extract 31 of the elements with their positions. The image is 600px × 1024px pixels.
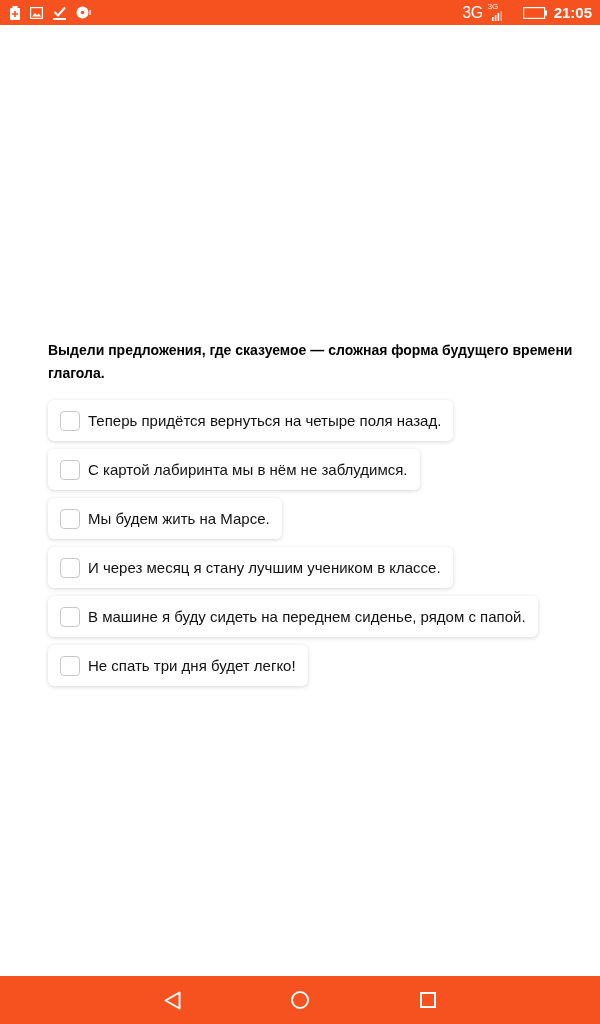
answer-option[interactable]: Теперь придётся вернуться на четыре поля назад.	[48, 400, 454, 441]
battery-icon	[522, 6, 547, 19]
network-type-label: 3G	[462, 4, 483, 21]
option-text: С картой лабиринта мы в нём не заблудимся.	[88, 460, 408, 480]
question-text: Выдели предложения, где сказуемое — сложная форма будущего времени глагола.	[48, 341, 574, 383]
option-text: И через месяц я стану лучшим учеником в классе.	[88, 558, 441, 578]
answer-option[interactable]: И через месяц я стану лучшим учеником в классе.	[48, 547, 453, 588]
home-icon[interactable]	[291, 991, 309, 1009]
recent-apps-icon[interactable]	[420, 992, 436, 1008]
disc-icon	[76, 6, 91, 19]
battery-charging-icon	[10, 5, 20, 20]
option-text: Мы будем жить на Марсе.	[88, 509, 270, 529]
checkbox[interactable]	[60, 655, 80, 676]
checkbox[interactable]	[60, 508, 80, 529]
option-text: В машине я буду сидеть на переднем сиденье, рядом с папой.	[88, 607, 526, 627]
answer-option[interactable]: Мы будем жить на Марсе.	[48, 498, 282, 539]
checkbox[interactable]	[60, 459, 80, 480]
option-text: Не спать три дня будет легко!	[88, 656, 296, 676]
answer-option[interactable]: Не спать три дня будет легко!	[48, 645, 308, 686]
answer-option[interactable]: В машине я буду сидеть на переднем сиденье, рядом с папой.	[48, 596, 538, 637]
network-type-small-label: 3G	[487, 2, 499, 11]
clock-time: 21:05	[553, 5, 592, 20]
signal-bars-icon	[491, 10, 502, 21]
answer-option[interactable]: С картой лабиринта мы в нём не заблудимся.	[48, 449, 420, 490]
checkbox[interactable]	[60, 606, 80, 627]
checkbox[interactable]	[60, 557, 80, 578]
checkbox[interactable]	[60, 410, 80, 431]
back-icon[interactable]	[163, 990, 181, 1010]
check-icon	[53, 5, 66, 20]
image-icon	[30, 6, 43, 19]
option-text: Теперь придётся вернуться на четыре поля назад.	[88, 411, 442, 431]
